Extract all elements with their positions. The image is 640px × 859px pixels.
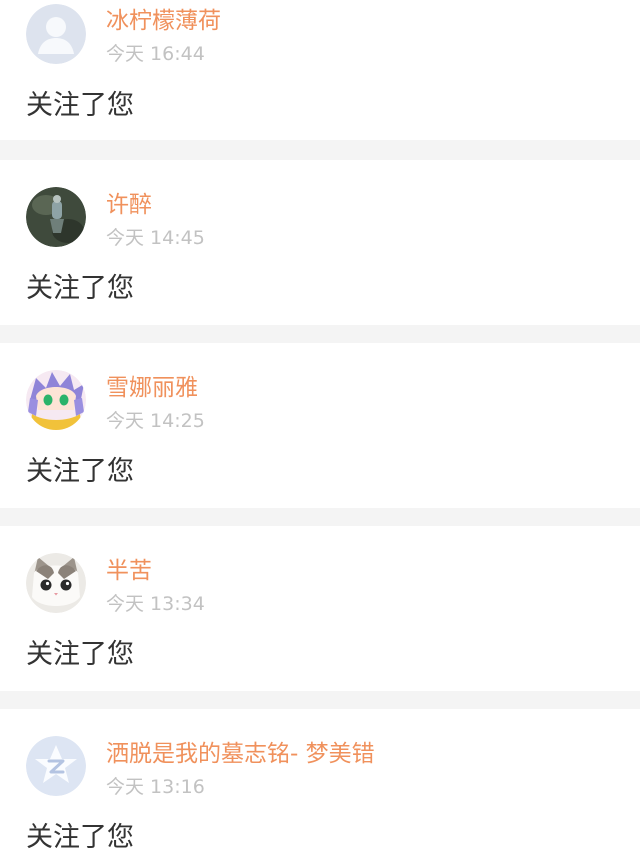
notification-card[interactable]: 洒脱是我的墓志铭- 梦美错 今天 13:16 关注了您 — [0, 709, 640, 859]
username-link[interactable]: 雪娜丽雅 — [106, 373, 198, 403]
default-person-avatar-icon[interactable] — [26, 4, 86, 64]
timestamp: 今天 14:45 — [106, 227, 205, 249]
username-link[interactable]: 许醉 — [106, 190, 152, 220]
timestamp: 今天 13:16 — [106, 776, 205, 798]
anime-character-avatar-icon[interactable] — [26, 370, 86, 430]
timestamp: 今天 16:44 — [106, 43, 205, 65]
notification-card[interactable]: 雪娜丽雅 今天 14:25 关注了您 — [0, 343, 640, 508]
default-z-avatar-icon[interactable] — [26, 736, 86, 796]
username-link[interactable]: 半苦 — [106, 556, 152, 586]
notification-message: 关注了您 — [26, 822, 134, 853]
username-link[interactable]: 冰柠檬薄荷 — [106, 6, 221, 36]
notification-message: 关注了您 — [26, 273, 134, 304]
cat-photo-avatar-icon[interactable] — [26, 553, 86, 613]
timestamp: 今天 14:25 — [106, 410, 205, 432]
notification-card[interactable]: 半苦 今天 13:34 关注了您 — [0, 526, 640, 691]
username-link[interactable]: 洒脱是我的墓志铭- 梦美错 — [106, 739, 375, 769]
notification-message: 关注了您 — [26, 456, 134, 487]
notification-message: 关注了您 — [26, 90, 134, 121]
notification-card[interactable]: 许醉 今天 14:45 关注了您 — [0, 160, 640, 325]
notification-message: 关注了您 — [26, 639, 134, 670]
dark-photo-avatar-icon[interactable] — [26, 187, 86, 247]
timestamp: 今天 13:34 — [106, 593, 205, 615]
notification-card[interactable]: 冰柠檬薄荷 今天 16:44 关注了您 — [0, 0, 640, 140]
